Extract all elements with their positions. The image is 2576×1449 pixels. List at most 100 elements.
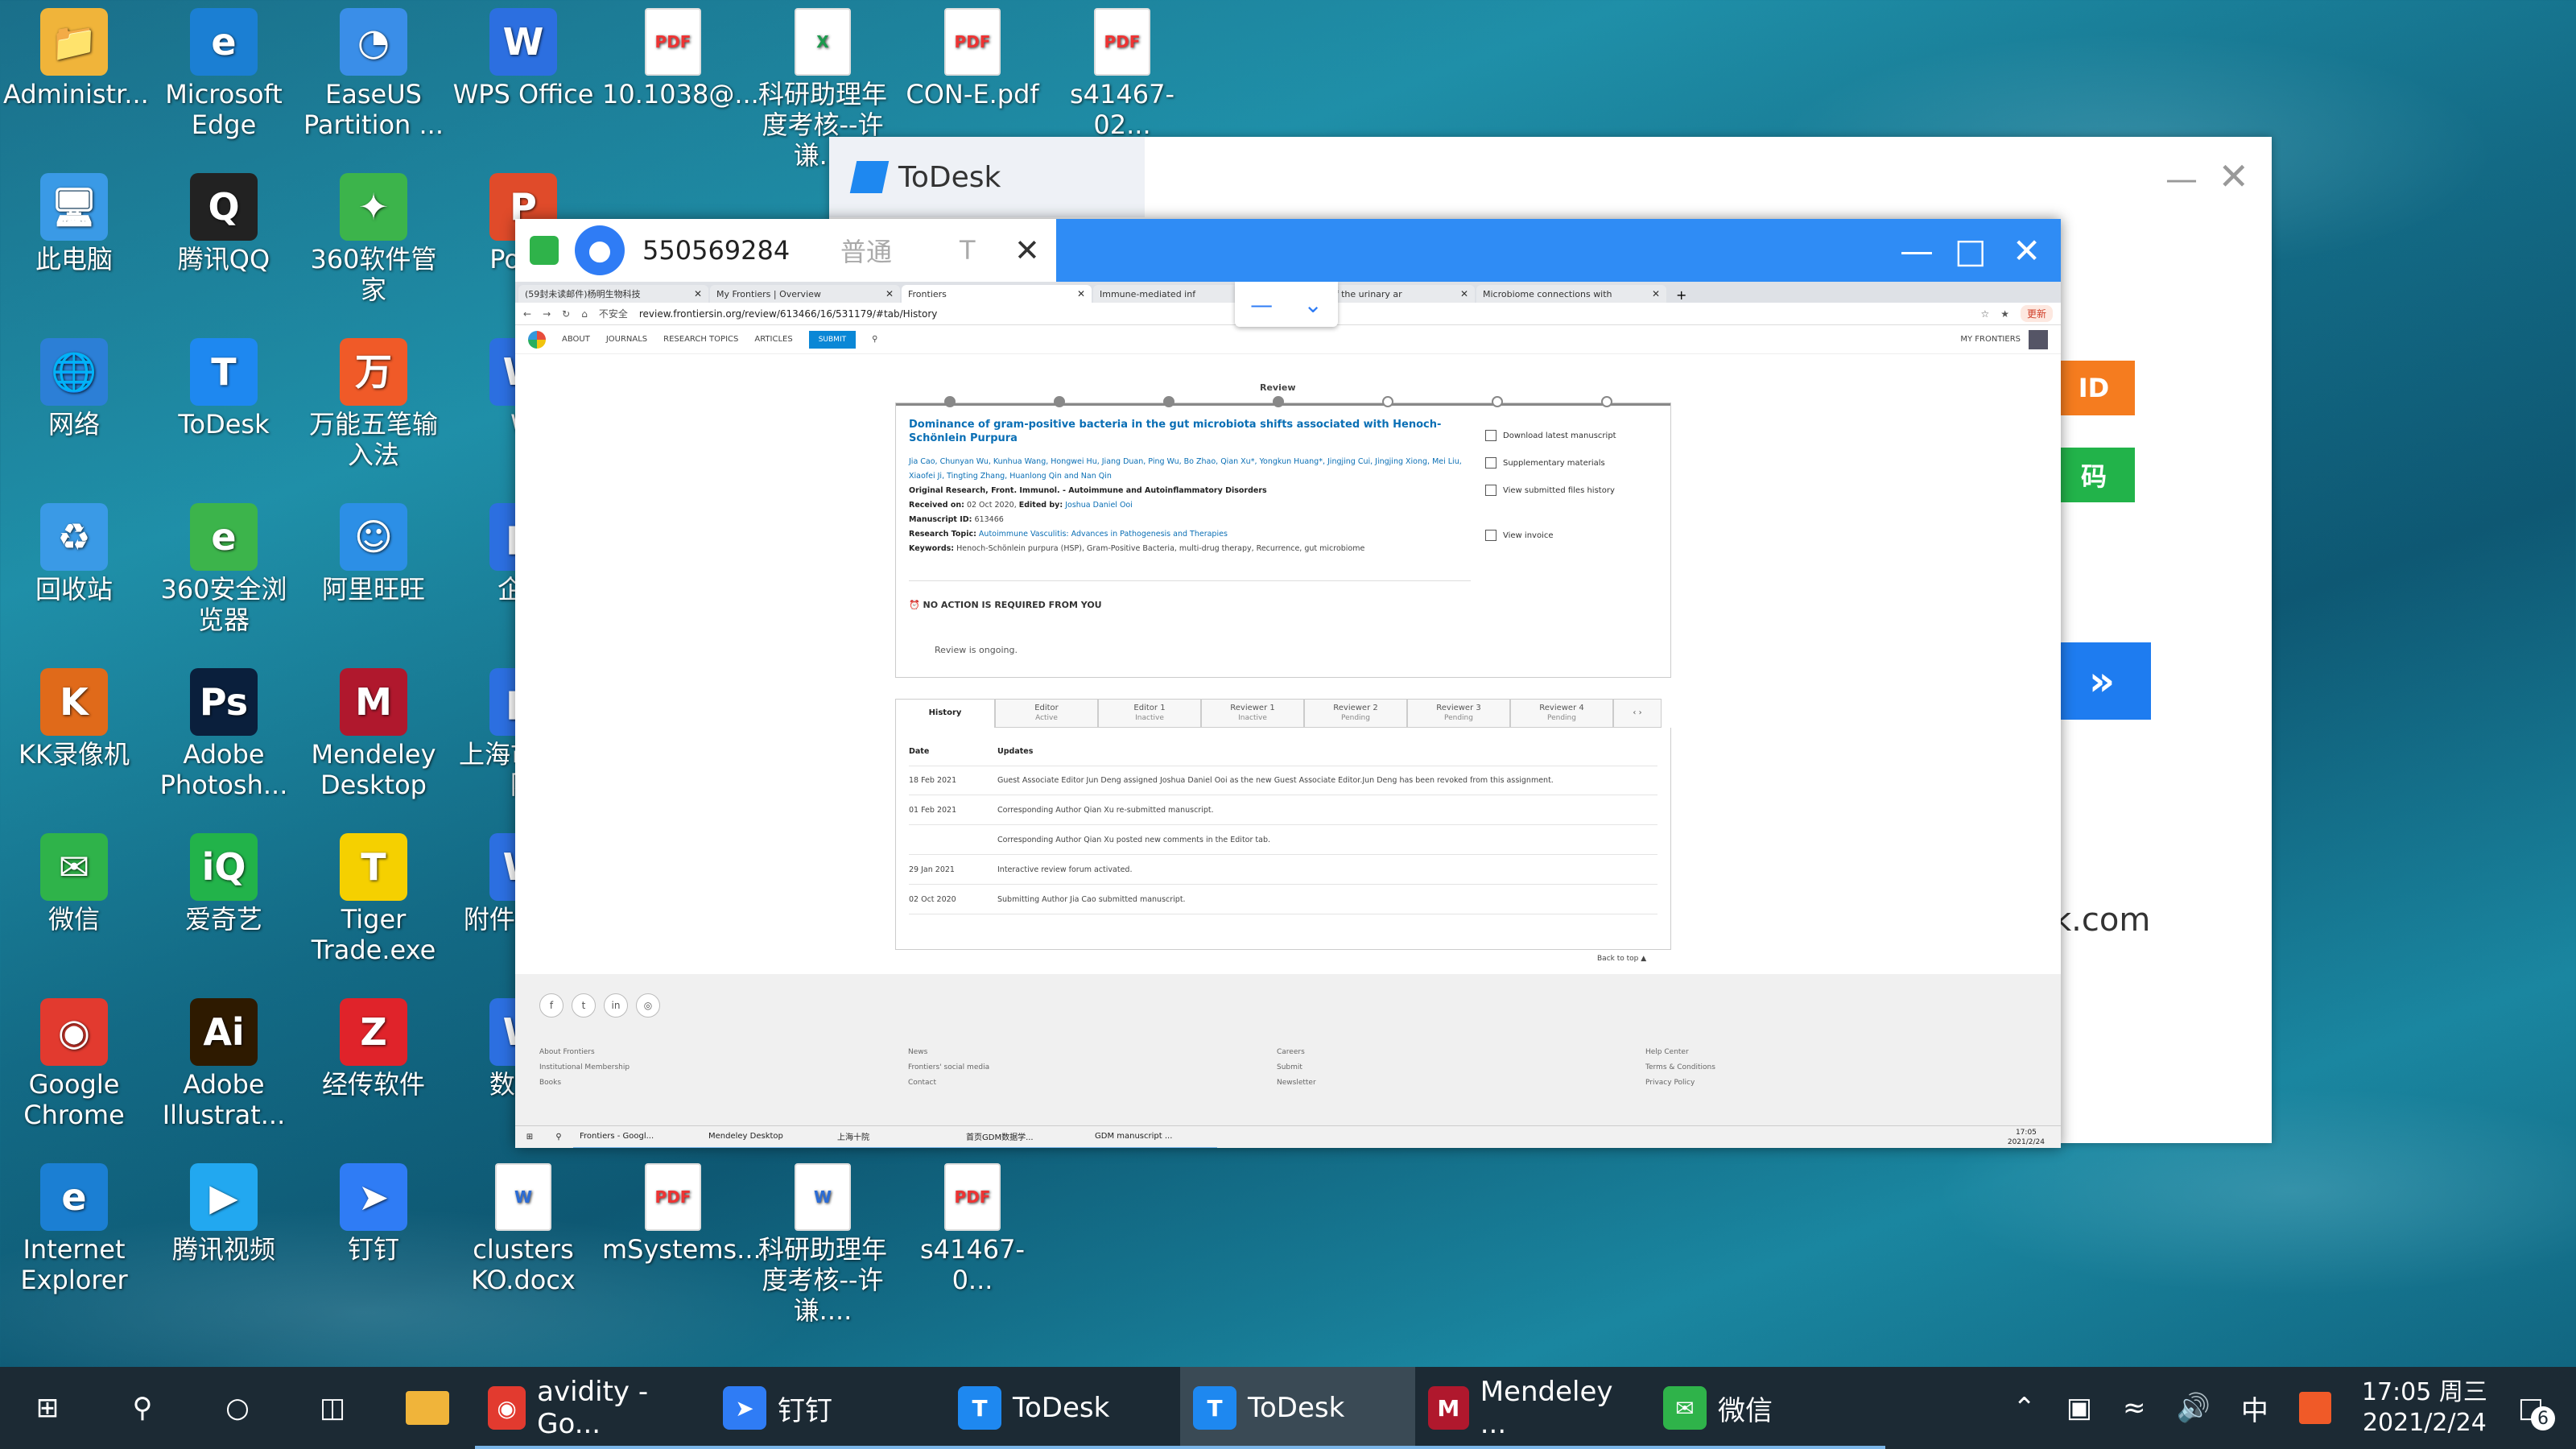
file-explorer-icon[interactable]: [380, 1367, 475, 1449]
close-tab-icon[interactable]: ✕: [694, 288, 702, 299]
todesk-connect-button[interactable]: »: [2053, 642, 2151, 720]
taskbar-app[interactable]: T ToDesk: [945, 1367, 1180, 1449]
desktop-icon[interactable]: K KK录像机: [3, 662, 145, 770]
close-tab-icon[interactable]: ✕: [1652, 288, 1660, 299]
remote-taskbar-app[interactable]: 首页GDM数据学...: [960, 1126, 1088, 1148]
back-icon[interactable]: ←: [523, 308, 531, 320]
review-tab[interactable]: Reviewer 4 Pending: [1510, 699, 1613, 728]
remote-search-icon[interactable]: ⚲: [544, 1126, 573, 1149]
taskbar-app[interactable]: ✉ 微信: [1650, 1367, 1885, 1449]
social-icon[interactable]: t: [572, 993, 596, 1018]
editor-link[interactable]: Joshua Daniel Ooi: [1065, 501, 1133, 510]
footer-link[interactable]: Contact: [908, 1075, 989, 1091]
social-icon[interactable]: in: [604, 993, 628, 1018]
review-tab[interactable]: History: [895, 699, 995, 728]
browser-tab[interactable]: (59封未读邮件)杨明生物科技 ✕: [518, 285, 708, 303]
todesk-id-badge[interactable]: ID: [2053, 361, 2135, 415]
remote-taskbar-app[interactable]: 上海十院: [831, 1126, 960, 1148]
social-icon[interactable]: f: [539, 993, 564, 1018]
remote-close-button[interactable]: ✕: [2013, 231, 2041, 270]
tab-scroll-buttons[interactable]: ‹ ›: [1613, 699, 1662, 728]
desktop-icon[interactable]: e 360安全浏览器: [153, 497, 295, 635]
volume-icon[interactable]: 🔊: [2177, 1392, 2211, 1424]
close-tab-icon[interactable]: ✕: [886, 288, 894, 299]
close-tab-icon[interactable]: ✕: [1077, 288, 1085, 299]
todesk-close-button[interactable]: ✕: [2218, 155, 2249, 198]
desktop-icon[interactable]: 📁 Administr...: [3, 2, 149, 109]
nav-articles[interactable]: ARTICLES: [754, 335, 792, 344]
author-list[interactable]: Jia Cao, Chunyan Wu, Kunhua Wang, Hongwe…: [909, 455, 1472, 484]
new-tab-button[interactable]: +: [1668, 287, 1695, 303]
remote-taskbar-app[interactable]: GDM manuscript ...: [1088, 1126, 1217, 1148]
start-button[interactable]: ⊞: [0, 1367, 95, 1449]
desktop-icon[interactable]: W 科研助理年度考核--许谦....: [752, 1157, 894, 1326]
clock[interactable]: 17:05 周三 2021/2/24: [2362, 1377, 2487, 1439]
browser-tab[interactable]: My Frontiers | Overview ✕: [710, 285, 900, 303]
desktop-icon[interactable]: ☺ 阿里旺旺: [303, 497, 444, 605]
social-icon[interactable]: ◎: [636, 993, 660, 1018]
desktop-icon[interactable]: T Tiger Trade.exe: [303, 827, 444, 965]
desktop-icon[interactable]: W WPS Office: [452, 2, 594, 109]
desktop-icon[interactable]: ✉ 微信: [3, 827, 145, 935]
desktop-icon[interactable]: M Mendeley Desktop: [303, 662, 444, 800]
footer-link[interactable]: Careers: [1277, 1045, 1316, 1060]
desktop-icon[interactable]: ✦ 360软件管家: [303, 167, 444, 305]
supplementary-link[interactable]: Supplementary materials: [1485, 450, 1616, 477]
desktop-icon[interactable]: ➤ 钉钉: [303, 1157, 444, 1265]
taskbar-app[interactable]: ◉ avidity - Go...: [475, 1367, 710, 1449]
browser-tab[interactable]: Microbiome connections with ✕: [1476, 285, 1666, 303]
remote-taskbar-app[interactable]: Mendeley Desktop: [702, 1126, 831, 1148]
search-icon[interactable]: ⚲: [95, 1367, 190, 1449]
chevron-up-icon[interactable]: ⌃: [2013, 1392, 2036, 1424]
frontiers-logo-icon[interactable]: [528, 330, 546, 349]
review-tab[interactable]: Reviewer 3 Pending: [1407, 699, 1510, 728]
files-history-link[interactable]: View submitted files history: [1485, 477, 1616, 505]
cortana-icon[interactable]: ○: [190, 1367, 285, 1449]
desktop-icon[interactable]: ♻ 回收站: [3, 497, 145, 605]
footer-link[interactable]: Terms & Conditions: [1645, 1060, 1715, 1075]
footer-link[interactable]: Newsletter: [1277, 1075, 1316, 1091]
back-to-top-link[interactable]: Back to top ▲: [1597, 955, 1646, 963]
footer-link[interactable]: News: [908, 1045, 989, 1060]
wifi-icon[interactable]: ≈: [2123, 1392, 2146, 1424]
remote-taskbar-app[interactable]: Frontiers - Googl...: [573, 1126, 702, 1148]
close-tab-icon[interactable]: ✕: [1460, 288, 1468, 299]
desktop-icon[interactable]: 🖥 此电脑: [3, 167, 145, 275]
desktop-icon[interactable]: Z 经传软件: [303, 992, 444, 1100]
desktop-icon[interactable]: 🌐 网络: [3, 332, 145, 440]
desktop-icon[interactable]: PDF 10.1038@...: [602, 2, 759, 109]
forward-icon[interactable]: →: [543, 308, 551, 320]
footer-link[interactable]: Books: [539, 1075, 630, 1091]
desktop-icon[interactable]: PDF CON-E.pdf: [902, 2, 1043, 109]
desktop-icon[interactable]: ◉ Google Chrome: [3, 992, 145, 1130]
submit-button[interactable]: SUBMIT: [808, 330, 857, 349]
desktop-icon[interactable]: PDF s41467-0...: [902, 1157, 1043, 1295]
float-minimize-icon[interactable]: —: [1250, 291, 1273, 318]
todesk-title-tab[interactable]: ToDesk: [829, 137, 1145, 217]
footer-link[interactable]: Frontiers' social media: [908, 1060, 989, 1075]
todesk-minimize-button[interactable]: —: [2165, 161, 2198, 198]
input-method-icon[interactable]: [2298, 1392, 2331, 1424]
star-icon[interactable]: ☆: [1980, 308, 1989, 320]
chevron-down-icon[interactable]: ⌄: [1303, 291, 1322, 318]
desktop-icon[interactable]: Ai Adobe Illustrat...: [153, 992, 295, 1130]
taskbar-app[interactable]: ➤ 钉钉: [710, 1367, 945, 1449]
review-tab[interactable]: Editor Active: [995, 699, 1098, 728]
desktop-icon[interactable]: Ps Adobe Photosh...: [153, 662, 295, 800]
desktop-icon[interactable]: Wclusters KO.docx: [452, 1157, 594, 1295]
remote-start-button[interactable]: ⊞: [515, 1126, 544, 1149]
desktop-icon[interactable]: iQ 爱奇艺: [153, 827, 295, 935]
task-view-icon[interactable]: ◫: [285, 1367, 380, 1449]
footer-link[interactable]: Submit: [1277, 1060, 1316, 1075]
nav-research-topics[interactable]: RESEARCH TOPICS: [663, 335, 738, 344]
search-icon[interactable]: ⚲: [872, 335, 877, 344]
battery-icon[interactable]: ▣: [2066, 1392, 2092, 1424]
desktop-icon[interactable]: Q 腾讯QQ: [153, 167, 295, 275]
desktop-icon[interactable]: T ToDesk: [153, 332, 295, 440]
taskbar-app[interactable]: T ToDesk: [1180, 1367, 1415, 1449]
end-session-button[interactable]: ✕: [1014, 233, 1040, 268]
desktop-icon[interactable]: PDF mSystems....: [602, 1157, 770, 1265]
taskbar-app[interactable]: M Mendeley ...: [1415, 1367, 1650, 1449]
footer-link[interactable]: Privacy Policy: [1645, 1075, 1715, 1091]
desktop-icon[interactable]: ▶ 腾讯视频: [153, 1157, 295, 1265]
